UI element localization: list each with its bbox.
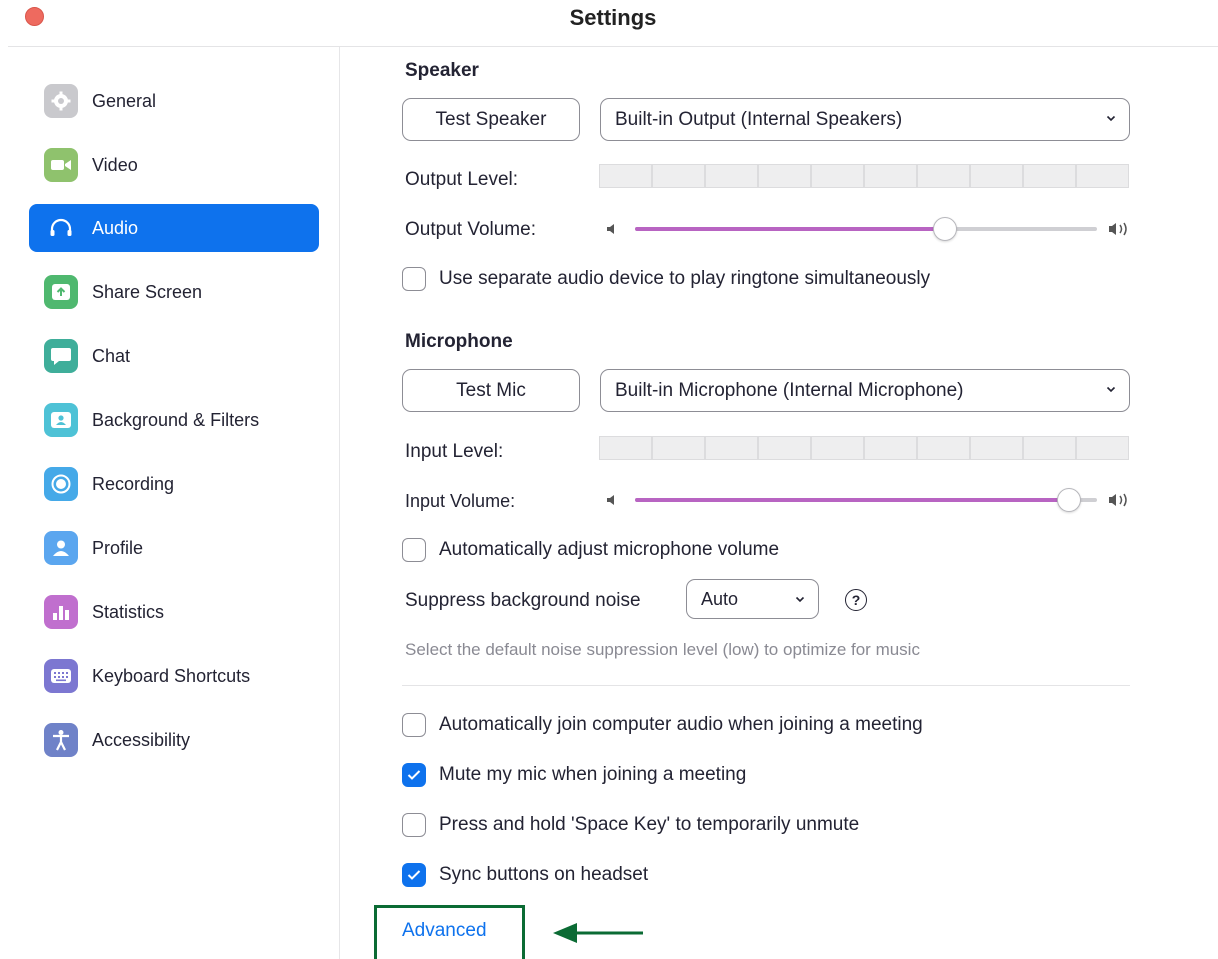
space-key-unmute-option[interactable]: Press and hold 'Space Key' to temporaril…: [402, 813, 859, 837]
output-level-meter: [599, 164, 1129, 188]
sidebar-item-label: Profile: [92, 537, 144, 558]
sidebar: General Video Audio Share Screen Chat Ba…: [0, 47, 340, 959]
arrow-left-icon: [553, 923, 643, 943]
headphones-icon: [44, 211, 78, 245]
input-volume-label: Input Volume:: [405, 491, 516, 511]
sidebar-item-label: Video: [92, 154, 138, 175]
mute-on-join-option[interactable]: Mute my mic when joining a meeting: [402, 763, 746, 787]
microphone-section-title: Microphone: [405, 331, 513, 352]
volume-low-icon: [607, 495, 614, 505]
option-label: Sync buttons on headset: [439, 864, 649, 885]
chevron-down-icon: [1106, 386, 1116, 393]
advanced-link[interactable]: Advanced: [402, 920, 487, 942]
sidebar-item-chat[interactable]: Chat: [29, 332, 319, 380]
sidebar-item-recording[interactable]: Recording: [29, 460, 319, 508]
sidebar-item-label: Chat: [92, 345, 131, 366]
background-person-icon: [44, 403, 78, 437]
suppress-noise-select[interactable]: Auto: [686, 579, 819, 619]
sidebar-item-label: Background & Filters: [92, 409, 260, 430]
accessibility-person-icon: [44, 723, 78, 757]
checkmark-icon: [407, 870, 421, 880]
suppress-noise-label: Suppress background noise: [405, 590, 641, 611]
slider-fill: [635, 498, 1070, 502]
suppress-noise-hint: Select the default noise suppression lev…: [405, 640, 920, 659]
sidebar-item-label: General: [92, 90, 157, 111]
video-camera-icon: [44, 148, 78, 182]
share-screen-icon: [44, 275, 78, 309]
test-speaker-button[interactable]: Test Speaker: [402, 98, 580, 141]
separate-ringtone-checkbox[interactable]: [402, 267, 426, 291]
keyboard-icon: [44, 659, 78, 693]
help-icon[interactable]: ?: [845, 589, 867, 611]
output-volume-slider[interactable]: [605, 217, 1133, 241]
input-level-label: Input Level:: [405, 441, 504, 462]
speaker-device-select[interactable]: Built-in Output (Internal Speakers): [600, 98, 1130, 141]
sidebar-item-label: Keyboard Shortcuts: [92, 665, 251, 686]
volume-high-icon: [1109, 222, 1127, 236]
title-bar: Settings: [0, 0, 1218, 36]
record-icon: [44, 467, 78, 501]
sidebar-item-video[interactable]: Video: [29, 141, 319, 189]
sidebar-item-profile[interactable]: Profile: [29, 524, 319, 572]
mute-on-join-checkbox[interactable]: [402, 763, 426, 787]
window-title: Settings: [569, 5, 657, 30]
sidebar-item-label: Recording: [92, 473, 175, 494]
sync-headset-option[interactable]: Sync buttons on headset: [402, 863, 648, 887]
slider-thumb[interactable]: [1057, 488, 1082, 512]
suppress-noise-value: Auto: [701, 588, 739, 609]
speaker-section-title: Speaker: [405, 60, 479, 81]
auto-adjust-mic-option[interactable]: Automatically adjust microphone volume: [402, 538, 779, 562]
sidebar-item-accessibility[interactable]: Accessibility: [29, 716, 319, 764]
speaker-device-value: Built-in Output (Internal Speakers): [615, 108, 903, 130]
output-level-label: Output Level:: [405, 169, 519, 190]
sidebar-item-general[interactable]: General: [29, 77, 319, 125]
sidebar-item-label: Audio: [92, 217, 139, 238]
section-divider: [402, 685, 1130, 686]
input-volume-slider[interactable]: [605, 488, 1133, 512]
sidebar-item-keyboard-shortcuts[interactable]: Keyboard Shortcuts: [29, 652, 319, 700]
chevron-down-icon: [795, 596, 805, 603]
bar-chart-icon: [44, 595, 78, 629]
option-label: Press and hold 'Space Key' to temporaril…: [439, 814, 860, 835]
sidebar-item-label: Statistics: [92, 601, 165, 622]
profile-icon: [44, 531, 78, 565]
sync-headset-checkbox[interactable]: [402, 863, 426, 887]
auto-adjust-mic-checkbox[interactable]: [402, 538, 426, 562]
chat-bubble-icon: [44, 339, 78, 373]
input-level-meter: [599, 436, 1129, 460]
option-label: Use separate audio device to play ringto…: [439, 268, 931, 289]
sidebar-item-background-filters[interactable]: Background & Filters: [29, 396, 319, 444]
slider-fill: [635, 227, 945, 231]
audio-settings-panel: Speaker Test Speaker Built-in Output (In…: [341, 47, 1218, 959]
microphone-device-value: Built-in Microphone (Internal Microphone…: [615, 379, 964, 401]
volume-low-icon: [607, 224, 614, 234]
auto-join-audio-checkbox[interactable]: [402, 713, 426, 737]
slider-thumb[interactable]: [932, 217, 957, 241]
checkmark-icon: [407, 770, 421, 780]
chevron-down-icon: [1106, 115, 1116, 122]
test-mic-button[interactable]: Test Mic: [402, 369, 580, 412]
option-label: Automatically adjust microphone volume: [439, 539, 780, 560]
sidebar-item-statistics[interactable]: Statistics: [29, 588, 319, 636]
sidebar-item-label: Accessibility: [92, 729, 191, 750]
auto-join-audio-option[interactable]: Automatically join computer audio when j…: [402, 713, 923, 737]
volume-high-icon: [1109, 493, 1127, 507]
sidebar-item-share-screen[interactable]: Share Screen: [29, 268, 319, 316]
separate-ringtone-option[interactable]: Use separate audio device to play ringto…: [402, 267, 930, 291]
microphone-device-select[interactable]: Built-in Microphone (Internal Microphone…: [600, 369, 1130, 412]
sidebar-item-audio[interactable]: Audio: [29, 204, 319, 252]
sidebar-item-label: Share Screen: [92, 281, 203, 302]
gear-icon: [44, 84, 78, 118]
option-label: Automatically join computer audio when j…: [439, 714, 923, 735]
option-label: Mute my mic when joining a meeting: [439, 764, 747, 785]
output-volume-label: Output Volume:: [405, 219, 536, 240]
space-key-unmute-checkbox[interactable]: [402, 813, 426, 837]
